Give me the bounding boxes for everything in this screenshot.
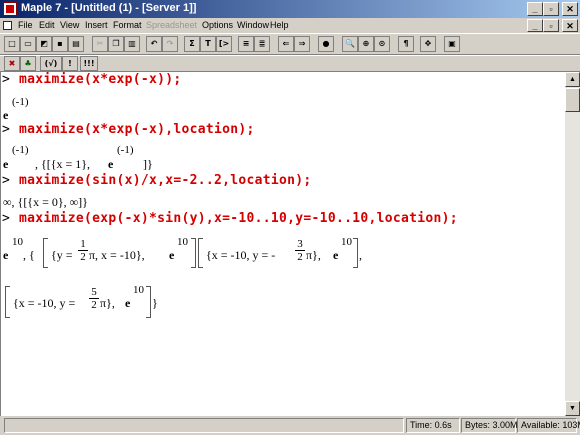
document-icon[interactable] (3, 21, 12, 30)
window-title: Maple 7 - [Untitled (1) - [Server 1]] (21, 2, 197, 14)
scroll-up-icon[interactable]: ▲ (565, 72, 580, 87)
minimize-button[interactable]: _ (527, 2, 543, 16)
menu-bar: File Edit View Insert Format Spreadsheet… (0, 18, 580, 33)
zoom-100-icon[interactable]: 🔍 (342, 36, 358, 52)
right-bracket (146, 286, 151, 318)
menu-insert[interactable]: Insert (85, 20, 108, 30)
execute-button[interactable]: ! (62, 56, 78, 71)
indent-icon[interactable]: ≡ (238, 36, 254, 52)
command-line-4[interactable]: maximize(exp(-x)*sin(y),x=-10..10,y=-10.… (19, 211, 458, 226)
menu-format[interactable]: Format (113, 20, 142, 30)
status-message (4, 418, 404, 433)
status-time: Time: 0.6s (406, 418, 460, 433)
cut-icon[interactable]: ✂ (92, 36, 108, 52)
input-prompt: > (2, 173, 10, 188)
vertical-scrollbar[interactable]: ▲ ▼ (565, 72, 580, 416)
right-bracket (353, 238, 358, 268)
title-bar: Maple 7 - [Untitled (1) - [Server 1]] _ … (0, 0, 580, 18)
undo-icon[interactable]: ↶ (146, 36, 162, 52)
context-toolbar: ✖ ♣ (√) ! !!! (0, 55, 580, 72)
left-bracket (5, 286, 10, 318)
redo-icon[interactable]: ↷ (162, 36, 178, 52)
scroll-down-icon[interactable]: ▼ (565, 401, 580, 416)
sigma-math-input-icon[interactable]: Σ (184, 36, 200, 52)
output-5: {x = -10, y = 5 2 π}, e 10 } (3, 282, 203, 322)
text-input-icon[interactable]: T (200, 36, 216, 52)
menu-options[interactable]: Options (202, 20, 233, 30)
prompt-insert-icon[interactable]: [> (216, 36, 232, 52)
input-prompt: > (2, 122, 10, 137)
close-button[interactable]: ✕ (562, 2, 578, 16)
left-bracket (198, 238, 203, 268)
close-x-icon[interactable]: ✖ (4, 56, 20, 71)
menu-help[interactable]: Help (270, 20, 289, 30)
output-2: (-1) e , {[{x = 1}, e (-1) ]} (3, 144, 153, 171)
plot-icon[interactable]: ♣ (20, 56, 36, 71)
zoom-150-icon[interactable]: ⊕ (358, 36, 374, 52)
copy-icon[interactable]: ❐ (108, 36, 124, 52)
worksheet-area[interactable]: > maximize(x*exp(-x)); (-1) e > maximize… (0, 72, 565, 416)
restart-icon[interactable]: ▣ (444, 36, 460, 52)
new-file-icon[interactable]: □ (4, 36, 20, 52)
print-icon[interactable]: ▤ (68, 36, 84, 52)
menu-edit[interactable]: Edit (39, 20, 55, 30)
right-bracket (191, 238, 196, 268)
input-prompt: > (2, 211, 10, 226)
output-1: (-1) e (3, 96, 29, 122)
maximize-button[interactable]: ▫ (543, 2, 559, 16)
expand-icon[interactable]: ✥ (420, 36, 436, 52)
save-icon[interactable]: ▪ (52, 36, 68, 52)
scroll-thumb[interactable] (565, 88, 580, 112)
menu-file[interactable]: File (18, 20, 33, 30)
input-prompt: > (2, 72, 10, 87)
menu-spreadsheet[interactable]: Spreadsheet (146, 20, 197, 30)
status-bar: Time: 0.6s Bytes: 3.00M Available: 103M (0, 416, 580, 435)
fraction-3-2: 3 2 (295, 238, 305, 263)
fraction-1-2: 1 2 (78, 238, 88, 263)
stop-icon[interactable]: ● (318, 36, 334, 52)
menu-view[interactable]: View (60, 20, 79, 30)
status-available: Available: 103M (517, 418, 580, 433)
doc-minimize-button[interactable]: _ (527, 19, 543, 32)
back-arrow-icon[interactable]: ⇐ (278, 36, 294, 52)
execute-all-button[interactable]: !!! (80, 56, 98, 71)
outdent-icon[interactable]: ≣ (254, 36, 270, 52)
command-line-2[interactable]: maximize(x*exp(-x),location); (19, 122, 255, 137)
output-4: 10 e , { {y = 1 2 π, x = -10}, e 10 {x =… (3, 232, 383, 272)
paragraph-icon[interactable]: ¶ (398, 36, 414, 52)
doc-restore-button[interactable]: ▫ (543, 19, 559, 32)
status-bytes: Bytes: 3.00M (461, 418, 518, 433)
output-3: ∞, {[{x = 0}, ∞]} (3, 195, 88, 209)
eval-button[interactable]: (√) (40, 56, 62, 71)
main-toolbar: □ ▭ ◩ ▪ ▤ ✂ ❐ ▥ ↶ ↷ Σ T [> ≡ ≣ ⇐ ⇒ ● 🔍 ⊕… (0, 33, 580, 55)
open-url-icon[interactable]: ◩ (36, 36, 52, 52)
forward-arrow-icon[interactable]: ⇒ (294, 36, 310, 52)
left-bracket (43, 238, 48, 268)
command-line-3[interactable]: maximize(sin(x)/x,x=-2..2,location); (19, 173, 312, 188)
paste-icon[interactable]: ▥ (124, 36, 140, 52)
command-line-1[interactable]: maximize(x*exp(-x)); (19, 72, 182, 87)
fraction-5-2: 5 2 (89, 286, 99, 311)
menu-window[interactable]: Window (237, 20, 269, 30)
open-file-icon[interactable]: ▭ (20, 36, 36, 52)
doc-close-button[interactable]: ✕ (562, 19, 578, 32)
maple-app-icon[interactable] (3, 2, 17, 16)
zoom-200-icon[interactable]: ⊙ (374, 36, 390, 52)
